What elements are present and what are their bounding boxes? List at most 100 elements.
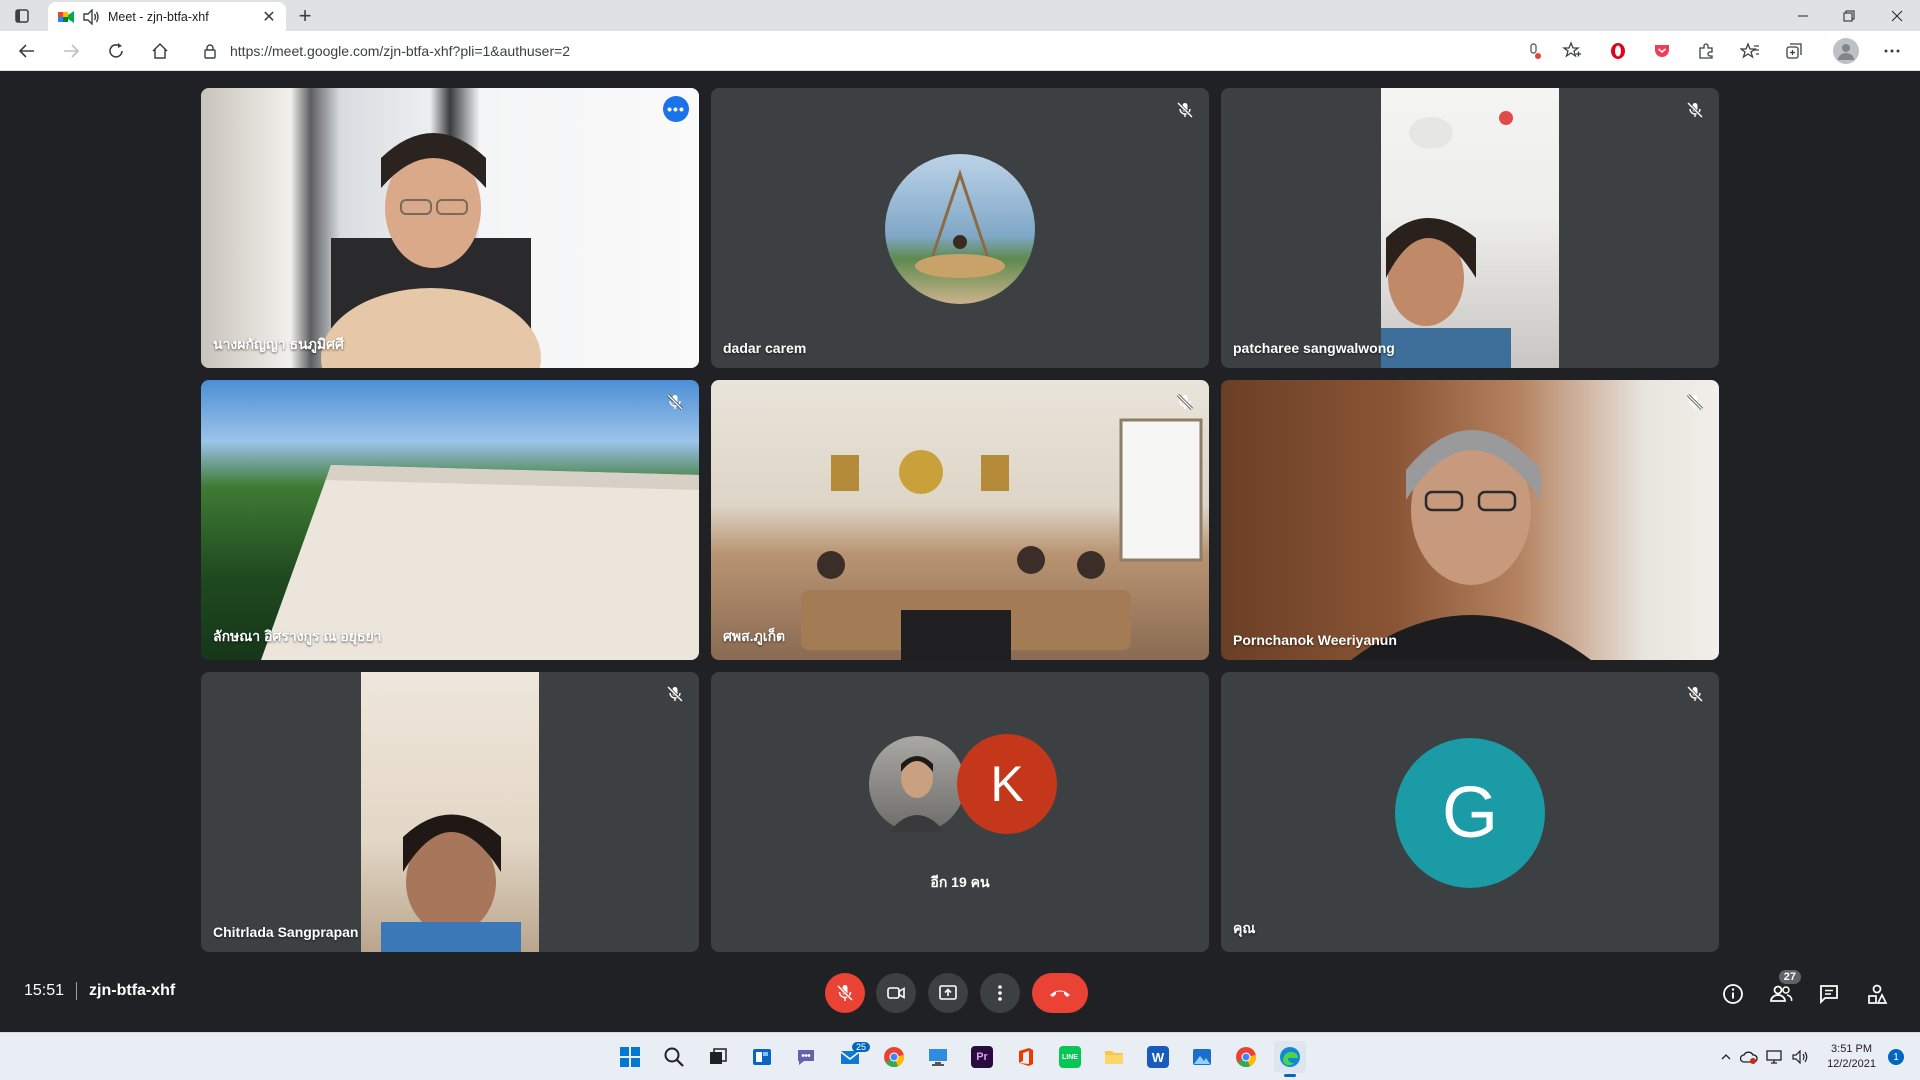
participant-name: นางผกัญญา ธนภูมิศศี — [213, 336, 344, 352]
participant-tile-2[interactable]: dadar carem — [711, 88, 1209, 368]
network-icon[interactable] — [1762, 1050, 1788, 1064]
remote-desktop-icon[interactable] — [922, 1041, 954, 1073]
close-window-button[interactable] — [1874, 0, 1920, 31]
address-bar[interactable]: https://meet.google.com/zjn-btfa-xhf?pli… — [188, 36, 1606, 66]
participant-video — [1381, 88, 1559, 368]
back-arrow-icon[interactable] — [15, 39, 39, 63]
participant-count-badge: 27 — [1778, 970, 1801, 984]
participant-name: dadar carem — [723, 340, 807, 356]
muted-mic-icon — [1683, 682, 1707, 706]
participant-video — [711, 380, 1209, 660]
participant-video — [361, 672, 539, 952]
favorites-icon[interactable] — [1738, 39, 1762, 63]
reload-icon[interactable] — [104, 39, 128, 63]
participant-name: Pornchanok Weeriyanun — [1233, 632, 1397, 648]
extensions-puzzle-icon[interactable] — [1694, 39, 1718, 63]
profile-avatar-icon[interactable] — [1833, 38, 1859, 64]
participant-name: ลักษณา อิศรางกูร ณ อยุธยา — [213, 628, 382, 644]
participant-avatar-photo — [885, 154, 1035, 304]
muted-mic-icon — [1173, 98, 1197, 122]
participants-button[interactable]: 27 — [1763, 970, 1801, 1012]
photos-icon[interactable] — [1186, 1041, 1218, 1073]
meet-control-bar: 15:51 zjn-btfa-xhf 27 — [0, 958, 1920, 1030]
tab-title: Meet - zjn-btfa-xhf — [108, 9, 209, 24]
more-options-icon[interactable]: ••• — [663, 96, 689, 122]
participant-name: Chitrlada Sangprapan — [213, 924, 359, 940]
participant-tile-7[interactable]: Chitrlada Sangprapan — [201, 672, 699, 952]
participant-tile-3[interactable]: patcharee sangwalwong — [1221, 88, 1719, 368]
show-hidden-icons-chevron-icon[interactable] — [1716, 1054, 1736, 1060]
muted-mic-icon — [663, 390, 687, 414]
forward-arrow-icon[interactable] — [59, 39, 83, 63]
widgets-icon[interactable] — [746, 1041, 778, 1073]
clock-date: 12/2/2021 — [1827, 1058, 1876, 1070]
mail-unread-badge: 25 — [851, 1042, 870, 1052]
tab-audio-playing-icon[interactable] — [82, 8, 100, 25]
collections-icon[interactable] — [1782, 39, 1806, 63]
participant-name: คุณ — [1233, 920, 1256, 936]
microphone-off-button[interactable] — [825, 973, 865, 1013]
premiere-pro-icon[interactable]: Pr — [966, 1041, 998, 1073]
search-icon[interactable] — [658, 1041, 690, 1073]
notification-badge[interactable]: 1 — [1888, 1049, 1904, 1065]
url-text[interactable]: https://meet.google.com/zjn-btfa-xhf?pli… — [230, 43, 570, 59]
home-icon[interactable] — [148, 39, 172, 63]
tab-close-icon[interactable]: ✕ — [262, 9, 276, 26]
lock-icon[interactable] — [202, 43, 218, 59]
muted-mic-icon — [1683, 98, 1707, 122]
onedrive-status-icon[interactable] — [1736, 1050, 1762, 1064]
new-tab-button[interactable]: + — [294, 3, 316, 28]
office-icon[interactable] — [1010, 1041, 1042, 1073]
line-app-icon[interactable]: LINE — [1054, 1041, 1086, 1073]
divider — [76, 982, 78, 1000]
task-view-icon[interactable] — [702, 1041, 734, 1073]
volume-icon[interactable] — [1788, 1050, 1814, 1064]
opera-extension-icon[interactable] — [1606, 39, 1630, 63]
browser-toolbar: https://meet.google.com/zjn-btfa-xhf?pli… — [0, 31, 1920, 71]
chrome-alt-icon[interactable] — [1230, 1041, 1262, 1073]
meeting-time: 15:51 — [24, 982, 65, 999]
other-participants-tile[interactable]: K อีก 19 คน — [711, 672, 1209, 952]
tab-actions-icon[interactable] — [12, 6, 32, 26]
teams-chat-icon[interactable] — [790, 1041, 822, 1073]
browser-tab-meet[interactable]: Meet - zjn-btfa-xhf ✕ — [48, 2, 286, 31]
participant-avatar-letter: G — [1395, 738, 1545, 888]
activities-icon[interactable] — [1859, 976, 1895, 1012]
add-favorite-star-icon[interactable] — [1560, 39, 1584, 63]
participant-tile-4[interactable]: ลักษณา อิศรางกูร ณ อยุธยา — [201, 380, 699, 660]
system-tray — [1716, 1033, 1814, 1080]
chat-icon[interactable] — [1811, 976, 1847, 1012]
leave-call-button[interactable] — [1032, 973, 1088, 1013]
participant-tile-1[interactable]: ••• นางผกัญญา ธนภูมิศศี — [201, 88, 699, 368]
active-app-indicator — [1284, 1074, 1296, 1077]
settings-more-icon[interactable] — [1880, 39, 1904, 63]
participant-tile-5[interactable]: ศพส.ภูเก็ต — [711, 380, 1209, 660]
present-screen-button[interactable] — [928, 973, 968, 1013]
minimize-window-button[interactable] — [1780, 0, 1826, 31]
edge-browser-icon[interactable] — [1274, 1041, 1306, 1077]
participant-tile-6[interactable]: Pornchanok Weeriyanun — [1221, 380, 1719, 660]
taskbar-clock[interactable]: 3:51 PM 12/2/2021 — [1827, 1042, 1876, 1072]
meeting-code: zjn-btfa-xhf — [89, 982, 176, 999]
camera-button[interactable] — [876, 973, 916, 1013]
file-explorer-icon[interactable] — [1098, 1041, 1130, 1073]
restore-window-button[interactable] — [1826, 0, 1872, 31]
chrome-icon[interactable] — [878, 1041, 910, 1073]
participant-tile-self[interactable]: G คุณ — [1221, 672, 1719, 952]
mail-icon[interactable]: 25 — [834, 1041, 870, 1073]
browser-tab-bar: Meet - zjn-btfa-xhf ✕ + — [0, 0, 1920, 31]
participant-avatar-photo — [867, 734, 967, 834]
participant-name: patcharee sangwalwong — [1233, 340, 1395, 356]
google-meet-favicon-icon — [58, 10, 74, 23]
windows-taskbar: 25 Pr LINE W 3:51 PM 12/2/2021 1 — [0, 1032, 1920, 1080]
site-permission-icon[interactable] — [1522, 39, 1546, 63]
muted-mic-icon — [663, 682, 687, 706]
participant-name: ศพส.ภูเก็ต — [723, 628, 786, 644]
clock-time: 3:51 PM — [1831, 1043, 1873, 1055]
participant-avatar-letter: K — [957, 734, 1057, 834]
more-options-button[interactable] — [980, 973, 1020, 1013]
windows-start-icon[interactable] — [614, 1041, 646, 1073]
word-icon[interactable]: W — [1142, 1041, 1174, 1073]
meeting-info-icon[interactable] — [1715, 976, 1751, 1012]
pocket-extension-icon[interactable] — [1650, 39, 1674, 63]
